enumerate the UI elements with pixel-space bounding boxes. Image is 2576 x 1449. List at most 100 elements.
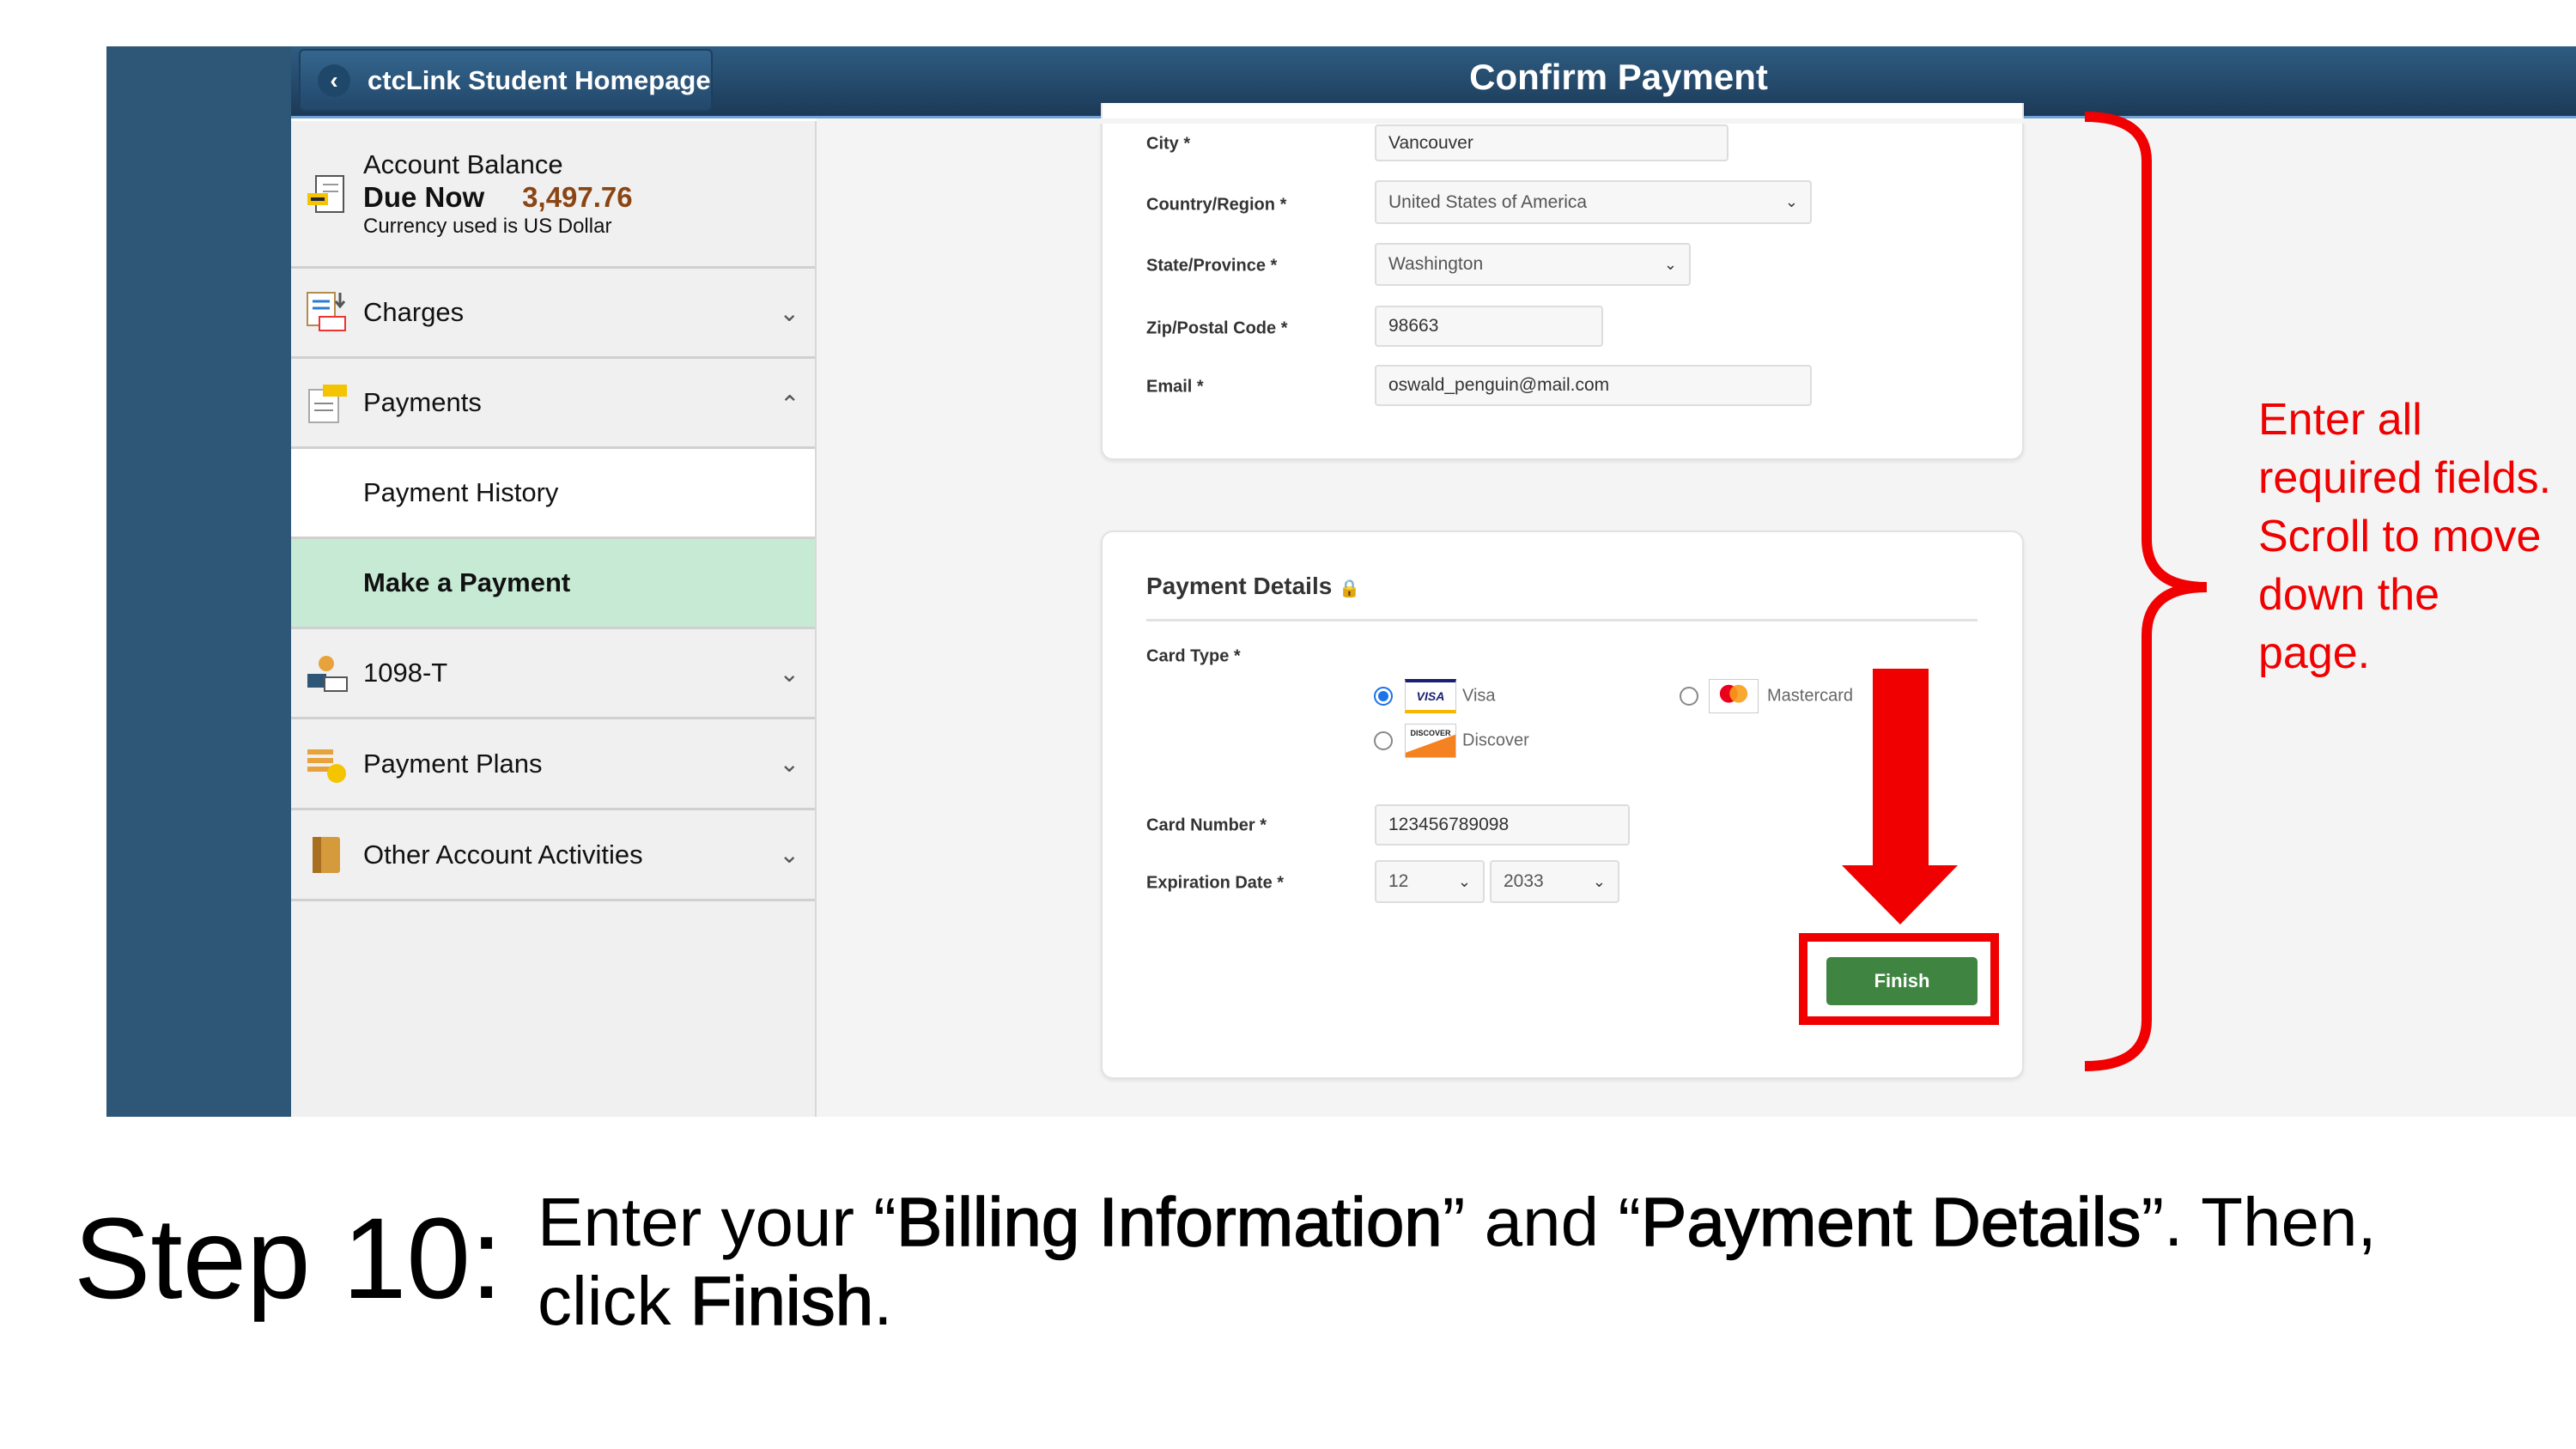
required-mark: * <box>1280 318 1288 338</box>
scroll-edge <box>817 118 2576 124</box>
instr-bold: Finish <box>690 1262 874 1340</box>
annotation-text: Enter all required fields. Scroll to mov… <box>2258 395 2552 678</box>
expiration-year-select[interactable]: 2033 ⌄ <box>1490 860 1619 903</box>
sidebar-item-payments[interactable]: Payments ⌄ <box>291 359 815 449</box>
visa-logo: VISA <box>1405 679 1456 713</box>
payment-details-title: Payment Details 🔒 <box>1146 573 1360 600</box>
required-mark: * <box>1270 256 1278 276</box>
red-arrow-down-icon <box>1842 669 1958 925</box>
state-label: State/Province * <box>1146 257 1277 276</box>
sidebar-item-label: Make a Payment <box>363 567 571 597</box>
required-mark: * <box>1260 815 1267 835</box>
chevron-down-icon: ⌄ <box>1784 193 1798 210</box>
instr-text: Enter your “ <box>538 1184 896 1260</box>
month-value: 12 <box>1388 871 1409 891</box>
chevron-down-icon: ⌄ <box>779 299 799 326</box>
chevron-down-icon: ⌄ <box>779 659 799 687</box>
payment-plans-icon <box>307 749 346 783</box>
step-instructions: Enter your “Billing Information” and “Pa… <box>538 1183 2512 1341</box>
expiration-month-select[interactable]: 12 ⌄ <box>1375 860 1485 903</box>
currency-note: Currency used is US Dollar <box>363 215 612 238</box>
account-balance[interactable]: Account Balance Due Now 3,497.76 Currency… <box>291 121 815 269</box>
state-label-text: State/Province <box>1146 256 1266 276</box>
sidebar-item-charges[interactable]: Charges ⌄ <box>291 269 815 359</box>
chevron-down-icon: ⌄ <box>1592 872 1606 890</box>
state-select[interactable]: Washington ⌄ <box>1375 243 1691 286</box>
chevron-down-icon: ⌄ <box>779 750 799 777</box>
zip-label: Zip/Postal Code * <box>1146 319 1287 339</box>
instr-bold: Payment Details <box>1640 1183 2142 1261</box>
email-input[interactable]: oswald_penguin@mail.com <box>1375 365 1812 406</box>
discover-radio[interactable] <box>1374 731 1393 750</box>
visa-label: Visa <box>1462 686 1496 706</box>
sidebar-item-payment-history[interactable]: Payment History <box>291 449 815 539</box>
country-label: Country/Region * <box>1146 196 1286 215</box>
page-title: Confirm Payment <box>1469 57 1768 97</box>
sidebar-item-label: Payment History <box>363 477 559 507</box>
step-number: Step 10: <box>74 1195 503 1323</box>
due-now-amount: 3,497.76 <box>522 181 633 213</box>
email-label: Email * <box>1146 378 1204 397</box>
sidebar-item-make-a-payment[interactable]: Make a Payment <box>291 539 815 629</box>
chevron-down-icon: ⌄ <box>779 841 799 868</box>
required-mark: * <box>1279 195 1287 215</box>
tax-form-icon <box>307 656 348 692</box>
city-label: City * <box>1146 135 1190 155</box>
lock-icon: 🔒 <box>1339 579 1361 598</box>
instr-bold: Billing Information <box>896 1183 1443 1261</box>
card-number-label-text: Card Number <box>1146 815 1255 835</box>
country-select[interactable]: United States of America ⌄ <box>1375 180 1812 224</box>
chevron-up-icon: ⌄ <box>779 389 799 416</box>
required-mark: * <box>1277 873 1285 893</box>
red-bracket <box>2084 112 2208 1071</box>
back-label: ctcLink Student Homepage <box>368 64 711 95</box>
payment-details-title-text: Payment Details <box>1146 573 1333 599</box>
chevron-down-icon: ⌄ <box>1663 255 1677 273</box>
sidebar-item-other-account-activities[interactable]: Other Account Activities ⌄ <box>291 810 815 901</box>
mastercard-logo <box>1709 679 1759 713</box>
visa-radio[interactable] <box>1374 687 1393 706</box>
sidebar-item-label: Payments <box>363 387 482 417</box>
mastercard-radio[interactable] <box>1680 687 1698 706</box>
chevron-down-icon: ⌄ <box>1457 872 1471 890</box>
expiration-date-label: Expiration Date * <box>1146 874 1284 894</box>
card-number-input[interactable]: 123456789098 <box>1375 804 1630 846</box>
city-label-text: City <box>1146 134 1179 154</box>
instr-text: . <box>873 1263 893 1339</box>
left-margin-band <box>106 46 291 1117</box>
sidebar-item-label: Payment Plans <box>363 748 543 779</box>
other-activities-icon <box>313 836 340 873</box>
finish-button[interactable]: Finish <box>1826 957 1978 1005</box>
chevron-left-icon: ‹ <box>318 64 350 97</box>
sidebar-item-1098-t[interactable]: 1098-T ⌄ <box>291 629 815 719</box>
zip-label-text: Zip/Postal Code <box>1146 318 1277 338</box>
discover-logo: DISCOVER <box>1405 724 1456 758</box>
expiration-label-text: Expiration Date <box>1146 873 1273 893</box>
card-type-label-text: Card Type <box>1146 646 1230 666</box>
sidebar-item-label: Other Account Activities <box>363 839 643 870</box>
year-value: 2033 <box>1504 871 1544 891</box>
sidebar-item-label: 1098-T <box>363 658 448 688</box>
email-label-text: Email <box>1146 377 1193 397</box>
zip-input[interactable]: 98663 <box>1375 306 1603 347</box>
country-value: United States of America <box>1388 191 1588 212</box>
instr-text: ” and “ <box>1442 1184 1642 1260</box>
required-mark: * <box>1196 377 1204 397</box>
city-input[interactable]: Vancouver <box>1375 124 1728 161</box>
sidebar-item-payment-plans[interactable]: Payment Plans ⌄ <box>291 719 815 810</box>
required-mark: * <box>1183 134 1191 154</box>
required-mark: * <box>1233 646 1241 666</box>
back-button[interactable]: ‹ ctcLink Student Homepage <box>299 49 713 112</box>
payments-icon <box>308 385 347 423</box>
sidebar: Account Balance Due Now 3,497.76 Currency… <box>291 121 817 1117</box>
sidebar-item-label: Charges <box>363 297 465 327</box>
account-balance-title: Account Balance <box>363 149 563 179</box>
country-label-text: Country/Region <box>1146 195 1275 215</box>
card-type-label: Card Type * <box>1146 647 1241 667</box>
charges-icon <box>307 292 346 331</box>
due-now-label: Due Now <box>363 181 485 213</box>
state-value: Washington <box>1388 254 1484 274</box>
account-balance-icon <box>307 175 344 213</box>
divider <box>1146 619 1978 621</box>
discover-label: Discover <box>1462 731 1529 750</box>
